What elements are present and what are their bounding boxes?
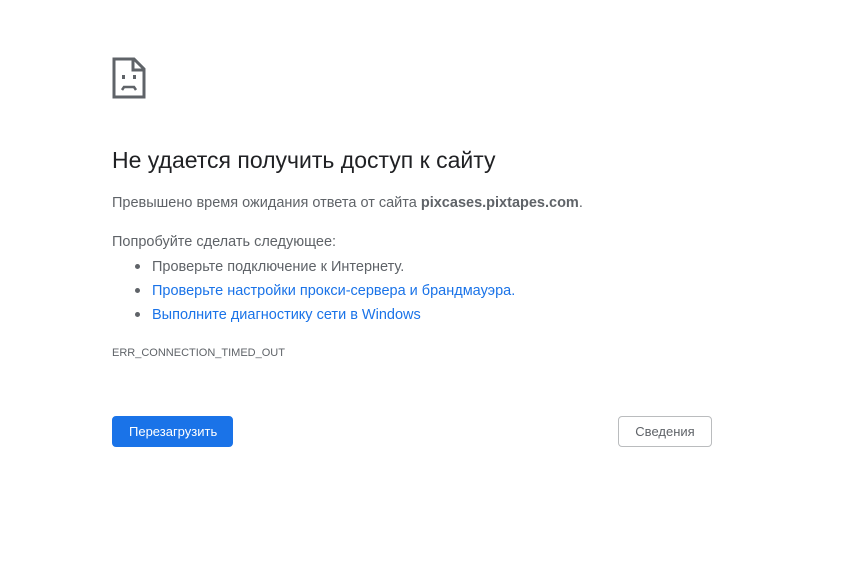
suggestion-check-connection: Проверьте подключение к Интернету. — [112, 258, 515, 282]
error-summary: Превышено время ожидания ответа от сайта… — [112, 195, 583, 211]
bullet-icon — [135, 288, 140, 293]
network-diagnostics-link[interactable]: Выполните диагностику сети в Windows — [152, 307, 421, 323]
details-button[interactable]: Сведения — [618, 416, 712, 447]
summary-suffix: . — [578, 195, 583, 211]
error-code: ERR_CONNECTION_TIMED_OUT — [112, 347, 285, 359]
proxy-settings-link[interactable]: Проверьте настройки прокси-сервера и бра… — [152, 283, 515, 299]
suggestion-text: Проверьте подключение к Интернету. — [152, 259, 405, 275]
suggestion-network-diagnostics: Выполните диагностику сети в Windows — [112, 306, 515, 330]
error-host: pixcases.pixtapes.com — [420, 195, 579, 211]
sad-page-icon — [112, 57, 146, 99]
reload-button[interactable]: Перезагрузить — [112, 416, 233, 447]
summary-prefix: Превышено время ожидания ответа от сайта — [112, 195, 421, 211]
suggestion-check-proxy: Проверьте настройки прокси-сервера и бра… — [112, 282, 515, 306]
suggestions-heading: Попробуйте сделать следующее: — [112, 234, 337, 250]
bullet-icon — [135, 312, 140, 317]
bullet-icon — [135, 264, 140, 269]
error-page: Не удается получить доступ к сайту Превы… — [0, 0, 848, 564]
suggestions-list: Проверьте подключение к Интернету. Прове… — [112, 258, 515, 330]
error-title: Не удается получить доступ к сайту — [112, 147, 496, 173]
